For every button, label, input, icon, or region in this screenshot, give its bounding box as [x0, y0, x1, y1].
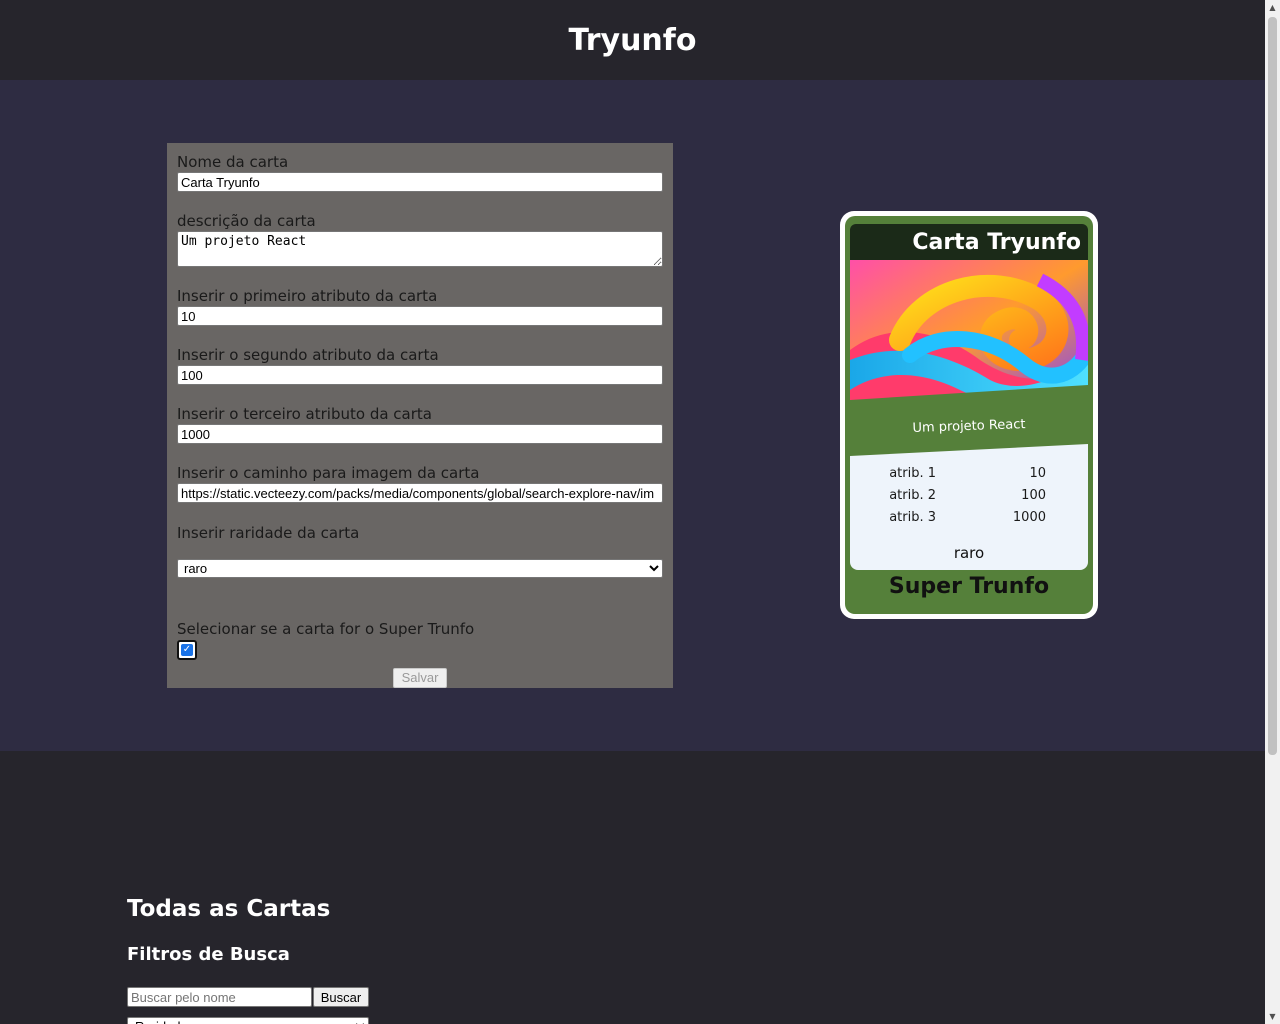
- checkmark-icon: ✓: [181, 644, 193, 656]
- search-input[interactable]: [127, 987, 312, 1007]
- attr3-field-group: Inserir o terceiro atributo da carta: [177, 405, 663, 444]
- card-attr-label: atrib. 1: [889, 466, 936, 481]
- card-image: [850, 260, 1088, 410]
- description-field-group: descrição da carta Um projeto React: [177, 212, 663, 267]
- swirl-artwork-icon: [850, 260, 1088, 410]
- card-attr-value: 1000: [1012, 510, 1046, 525]
- scroll-thumb[interactable]: [1268, 17, 1277, 755]
- card-attr-value: 10: [1029, 466, 1046, 481]
- card-attr-label: atrib. 3: [889, 510, 936, 525]
- app-header: Tryunfo: [0, 0, 1265, 80]
- card-preview: Carta Tryunfo Um projeto React atrib. 1 …: [840, 211, 1098, 619]
- page: Tryunfo Nome da carta descrição da carta…: [0, 0, 1265, 1024]
- attr2-label: Inserir o segundo atributo da carta: [177, 346, 439, 364]
- search-button[interactable]: Buscar: [313, 987, 369, 1007]
- trunfo-field-group: Selecionar se a carta for o Super Trunfo…: [177, 620, 663, 660]
- name-label: Nome da carta: [177, 153, 289, 171]
- card-attr-value: 100: [1021, 488, 1046, 503]
- save-button[interactable]: Salvar: [393, 668, 447, 688]
- all-cards-title: Todas as Cartas: [127, 896, 331, 922]
- attr2-field-group: Inserir o segundo atributo da carta: [177, 346, 663, 385]
- main-section: Nome da carta descrição da carta Um proj…: [0, 80, 1265, 751]
- attr1-input[interactable]: [177, 306, 663, 326]
- card-form: Nome da carta descrição da carta Um proj…: [167, 143, 673, 688]
- rarity-label: Inserir raridade da carta: [177, 524, 360, 542]
- attr2-input[interactable]: [177, 365, 663, 385]
- card-description: Um projeto React: [912, 417, 1026, 436]
- name-field-group: Nome da carta: [177, 153, 663, 192]
- image-field-group: Inserir o caminho para imagem da carta: [177, 464, 663, 503]
- scroll-down-icon[interactable]: ▼: [1265, 1009, 1280, 1024]
- trunfo-checkbox[interactable]: ✓: [177, 640, 197, 660]
- description-textarea[interactable]: Um projeto React: [177, 231, 663, 267]
- card-body: Carta Tryunfo Um projeto React atrib. 1 …: [845, 216, 1093, 614]
- attr3-input[interactable]: [177, 424, 663, 444]
- image-input[interactable]: [177, 483, 663, 503]
- description-label: descrição da carta: [177, 212, 316, 230]
- attr1-field-group: Inserir o primeiro atributo da carta: [177, 287, 663, 326]
- trunfo-label: Selecionar se a carta for o Super Trunfo: [177, 620, 475, 638]
- app-title: Tryunfo: [568, 22, 697, 58]
- image-label: Inserir o caminho para imagem da carta: [177, 464, 480, 482]
- scroll-up-icon[interactable]: ▲: [1265, 0, 1280, 15]
- page-scrollbar[interactable]: ▲ ▼: [1265, 0, 1280, 1024]
- rarity-field-group: Inserir raridade da carta raro: [177, 524, 663, 578]
- rarity-filter-select[interactable]: Raridade: [127, 1017, 369, 1024]
- attr3-label: Inserir o terceiro atributo da carta: [177, 405, 432, 423]
- rarity-select[interactable]: raro: [177, 559, 663, 578]
- name-input[interactable]: [177, 172, 663, 192]
- card-name: Carta Tryunfo: [850, 224, 1088, 260]
- card-super-trunfo: Super Trunfo: [888, 574, 1050, 599]
- card-attributes: atrib. 1 10 atrib. 2 100 atrib. 3 1000 r…: [850, 444, 1088, 570]
- filters-title: Filtros de Busca: [127, 944, 290, 965]
- attr1-label: Inserir o primeiro atributo da carta: [177, 287, 438, 305]
- card-rarity: raro: [953, 544, 985, 562]
- card-attr-label: atrib. 2: [889, 488, 936, 503]
- all-cards-section: Todas as Cartas Filtros de Busca Buscar …: [0, 751, 1265, 1024]
